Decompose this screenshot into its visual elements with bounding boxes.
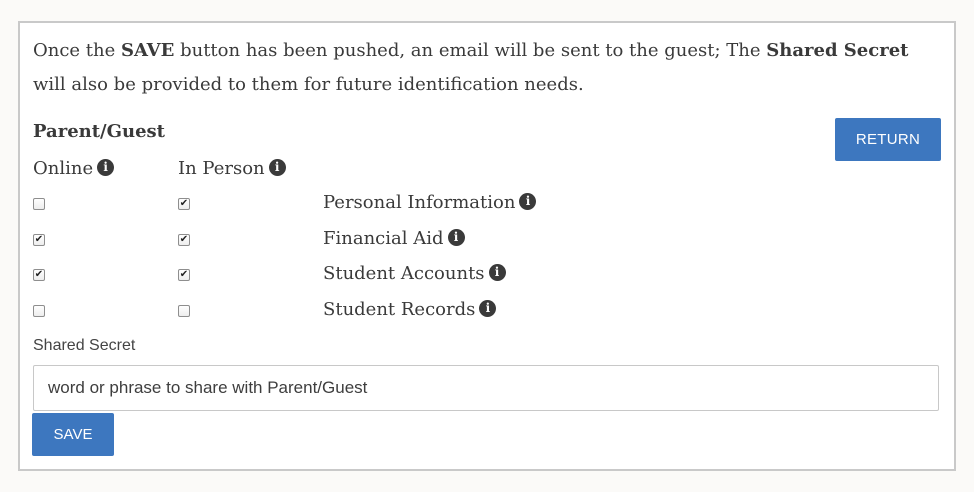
in-person-checkbox[interactable]: ✔ xyxy=(178,234,190,246)
permission-label: Student Records i xyxy=(323,299,497,320)
online-checkbox[interactable] xyxy=(33,198,45,210)
permission-label-text: Student Accounts xyxy=(323,263,485,284)
permission-row-student-records: Student Records i xyxy=(20,299,954,327)
online-checkbox[interactable]: ✔ xyxy=(33,269,45,281)
online-column-label: Online xyxy=(33,158,94,179)
info-icon[interactable]: i xyxy=(447,229,465,246)
guest-access-panel: Once the SAVE button has been pushed, an… xyxy=(18,21,956,471)
intro-text: Once the SAVE button has been pushed, an… xyxy=(33,34,913,102)
info-icon[interactable]: i xyxy=(488,264,506,281)
in-person-checkbox[interactable]: ✔ xyxy=(178,198,190,210)
intro-shared-secret-word: Shared Secret xyxy=(766,40,909,61)
permission-label: Personal Information i xyxy=(323,192,537,213)
intro-text-part: button has been pushed, an email will be… xyxy=(174,40,767,61)
online-checkbox[interactable] xyxy=(33,305,45,317)
permission-label-text: Personal Information xyxy=(323,192,516,213)
in-person-column-header: In Person i xyxy=(178,158,286,179)
info-icon[interactable]: i xyxy=(479,300,497,317)
permission-label: Student Accounts i xyxy=(323,263,506,284)
intro-save-word: SAVE xyxy=(121,40,175,61)
in-person-checkbox[interactable]: ✔ xyxy=(178,269,190,281)
section-title: Parent/Guest xyxy=(33,121,165,142)
permission-label: Financial Aid i xyxy=(323,228,465,249)
permission-row-financial-aid: ✔ ✔ Financial Aid i xyxy=(20,228,954,256)
save-button[interactable]: SAVE xyxy=(32,413,114,456)
intro-text-part: will also be provided to them for future… xyxy=(33,74,584,95)
in-person-column-label: In Person xyxy=(178,158,265,179)
shared-secret-input[interactable] xyxy=(33,365,939,411)
permission-row-personal-information: ✔ Personal Information i xyxy=(20,192,954,220)
in-person-checkbox[interactable] xyxy=(178,305,190,317)
info-icon[interactable]: i xyxy=(268,159,286,176)
online-checkbox[interactable]: ✔ xyxy=(33,234,45,246)
return-button[interactable]: RETURN xyxy=(835,118,941,161)
permission-row-student-accounts: ✔ ✔ Student Accounts i xyxy=(20,263,954,291)
info-icon[interactable]: i xyxy=(519,193,537,210)
info-icon[interactable]: i xyxy=(97,159,115,176)
shared-secret-label: Shared Secret xyxy=(33,337,136,354)
intro-text-part: Once the xyxy=(33,40,122,61)
permission-label-text: Financial Aid xyxy=(323,228,444,249)
permission-label-text: Student Records xyxy=(323,299,476,320)
online-column-header: Online i xyxy=(33,158,115,179)
